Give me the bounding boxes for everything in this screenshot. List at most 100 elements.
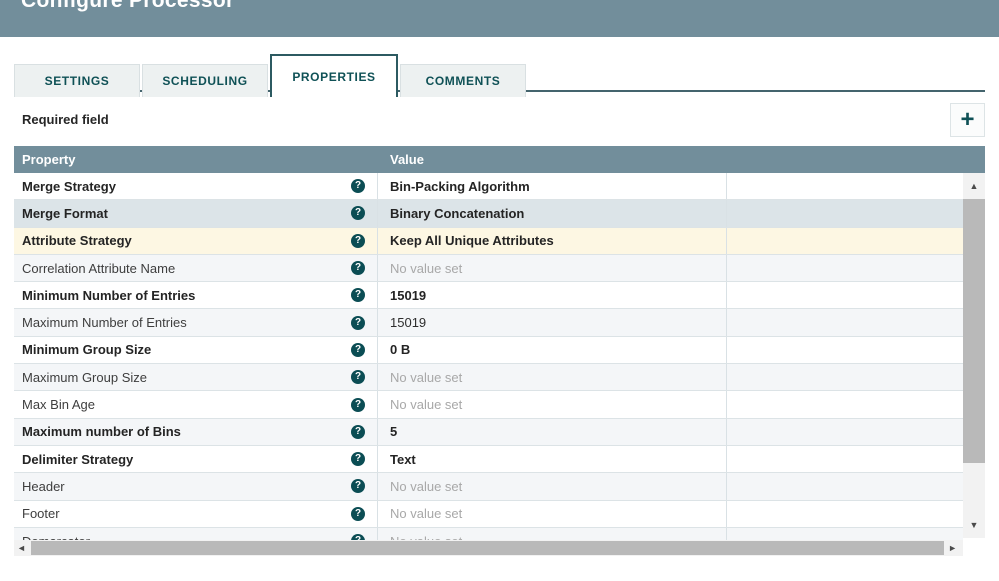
table-header-row: Property Value: [14, 146, 985, 173]
property-name-cell: Maximum Group Size ?: [14, 364, 378, 390]
property-name: Attribute Strategy: [22, 233, 351, 248]
tab-comments[interactable]: COMMENTS: [400, 64, 526, 97]
property-value-cell[interactable]: Text: [378, 446, 727, 472]
property-value-cell[interactable]: Bin-Packing Algorithm: [378, 173, 727, 199]
property-value-cell[interactable]: 15019: [378, 309, 727, 335]
property-value: 0 B: [390, 342, 410, 357]
scroll-right-icon[interactable]: ►: [948, 540, 957, 556]
row-filler: [727, 528, 963, 540]
tab-properties[interactable]: PROPERTIES: [270, 54, 398, 97]
table-row[interactable]: Demarcator ? No value set: [14, 528, 963, 540]
property-name: Footer: [22, 506, 351, 521]
help-icon[interactable]: ?: [351, 288, 365, 302]
property-value: Bin-Packing Algorithm: [390, 179, 530, 194]
dialog-title: Configure Processor: [21, 0, 234, 13]
property-value-cell[interactable]: No value set: [378, 528, 727, 540]
table-row[interactable]: Minimum Number of Entries ? 15019: [14, 282, 963, 309]
scroll-left-icon[interactable]: ◄: [17, 540, 26, 556]
vertical-scrollbar[interactable]: ▲ ▼: [963, 173, 985, 538]
tab-settings[interactable]: SETTINGS: [14, 64, 140, 97]
help-icon[interactable]: ?: [351, 261, 365, 275]
table-row[interactable]: Merge Format ? Binary Concatenation: [14, 200, 963, 227]
vertical-scrollbar-thumb[interactable]: [963, 199, 985, 463]
property-name-cell: Merge Strategy ?: [14, 173, 378, 199]
column-header-property: Property: [14, 152, 378, 167]
table-row[interactable]: Max Bin Age ? No value set: [14, 391, 963, 418]
property-value-cell[interactable]: No value set: [378, 473, 727, 499]
help-icon[interactable]: ?: [351, 370, 365, 384]
property-name-cell: Minimum Group Size ?: [14, 337, 378, 363]
column-header-value: Value: [378, 152, 424, 167]
help-icon[interactable]: ?: [351, 479, 365, 493]
table-row[interactable]: Maximum Number of Entries ? 15019: [14, 309, 963, 336]
help-icon[interactable]: ?: [351, 179, 365, 193]
property-value-cell[interactable]: Keep All Unique Attributes: [378, 228, 727, 254]
property-value: 5: [390, 424, 397, 439]
row-filler: [727, 255, 963, 281]
row-filler: [727, 364, 963, 390]
property-name: Maximum Number of Entries: [22, 315, 351, 330]
table-row[interactable]: Maximum Group Size ? No value set: [14, 364, 963, 391]
help-icon[interactable]: ?: [351, 234, 365, 248]
property-value-cell[interactable]: No value set: [378, 255, 727, 281]
property-name-cell: Maximum Number of Entries ?: [14, 309, 378, 335]
property-value-cell[interactable]: No value set: [378, 501, 727, 527]
horizontal-scrollbar[interactable]: ◄ ►: [14, 540, 963, 556]
help-icon[interactable]: ?: [351, 343, 365, 357]
property-value-cell[interactable]: 5: [378, 419, 727, 445]
table-row[interactable]: Correlation Attribute Name ? No value se…: [14, 255, 963, 282]
add-property-button[interactable]: +: [950, 103, 985, 137]
property-value-cell[interactable]: 15019: [378, 282, 727, 308]
table-row[interactable]: Footer ? No value set: [14, 501, 963, 528]
property-value: No value set: [390, 397, 462, 412]
property-name: Merge Format: [22, 206, 351, 221]
property-value: Keep All Unique Attributes: [390, 233, 554, 248]
property-value-cell[interactable]: No value set: [378, 364, 727, 390]
property-name: Minimum Group Size: [22, 342, 351, 357]
row-filler: [727, 501, 963, 527]
property-value: 15019: [390, 288, 426, 303]
property-name: Header: [22, 479, 351, 494]
property-value: Text: [390, 452, 416, 467]
tab-scheduling[interactable]: SCHEDULING: [142, 64, 268, 97]
dialog-header: Configure Processor: [0, 0, 999, 37]
scroll-down-icon[interactable]: ▼: [963, 514, 985, 536]
property-name: Maximum Group Size: [22, 370, 351, 385]
required-field-label: Required field: [22, 112, 109, 127]
table-row[interactable]: Minimum Group Size ? 0 B: [14, 337, 963, 364]
property-name: Max Bin Age: [22, 397, 351, 412]
table-row[interactable]: Header ? No value set: [14, 473, 963, 500]
property-value-cell[interactable]: Binary Concatenation: [378, 200, 727, 226]
property-value-cell[interactable]: No value set: [378, 391, 727, 417]
help-icon[interactable]: ?: [351, 398, 365, 412]
property-value: Binary Concatenation: [390, 206, 524, 221]
property-name-cell: Correlation Attribute Name ?: [14, 255, 378, 281]
properties-table: Property Value Merge Strategy ? Bin-Pack…: [14, 146, 985, 556]
help-icon[interactable]: ?: [351, 316, 365, 330]
property-value-cell[interactable]: 0 B: [378, 337, 727, 363]
help-icon[interactable]: ?: [351, 452, 365, 466]
row-filler: [727, 309, 963, 335]
property-name-cell: Merge Format ?: [14, 200, 378, 226]
table-row[interactable]: Attribute Strategy ? Keep All Unique Att…: [14, 228, 963, 255]
row-filler: [727, 173, 963, 199]
help-icon[interactable]: ?: [351, 206, 365, 220]
property-name-cell: Attribute Strategy ?: [14, 228, 378, 254]
table-row[interactable]: Delimiter Strategy ? Text: [14, 446, 963, 473]
row-filler: [727, 228, 963, 254]
row-filler: [727, 282, 963, 308]
property-name-cell: Maximum number of Bins ?: [14, 419, 378, 445]
property-name: Delimiter Strategy: [22, 452, 351, 467]
property-value: No value set: [390, 479, 462, 494]
property-name-cell: Header ?: [14, 473, 378, 499]
help-icon[interactable]: ?: [351, 507, 365, 521]
table-row[interactable]: Maximum number of Bins ? 5: [14, 419, 963, 446]
table-body: Merge Strategy ? Bin-Packing Algorithm M…: [14, 173, 963, 540]
scroll-up-icon[interactable]: ▲: [963, 173, 985, 199]
property-name: Merge Strategy: [22, 179, 351, 194]
table-row[interactable]: Merge Strategy ? Bin-Packing Algorithm: [14, 173, 963, 200]
property-name-cell: Delimiter Strategy ?: [14, 446, 378, 472]
horizontal-scrollbar-thumb[interactable]: [31, 541, 944, 555]
property-value: No value set: [390, 261, 462, 276]
help-icon[interactable]: ?: [351, 425, 365, 439]
